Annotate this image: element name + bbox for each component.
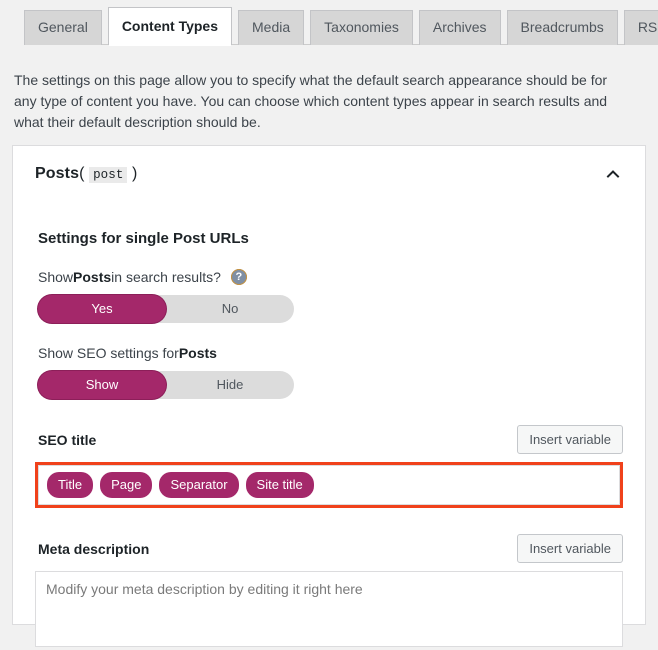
panel-title: Posts( post )	[35, 165, 137, 183]
meta-description-input[interactable]	[35, 571, 623, 647]
content-type-panel-posts: Posts( post ) Settings for single Post U…	[12, 145, 646, 647]
panel-header-posts[interactable]: Posts( post )	[13, 146, 645, 202]
variable-token-separator[interactable]: Separator	[159, 472, 239, 498]
seo-settings-toggle[interactable]: Show Hide	[38, 371, 294, 399]
tab-archives[interactable]: Archives	[418, 10, 501, 45]
variable-token-site-title[interactable]: Site title	[245, 472, 314, 498]
meta-description-insert-variable-button[interactable]: Insert variable	[517, 534, 623, 563]
seo-title-insert-variable-button[interactable]: Insert variable	[517, 425, 623, 454]
tab-general[interactable]: General	[24, 10, 102, 45]
tab-general-label: General	[38, 19, 88, 35]
meta-description-label: Meta description	[38, 540, 150, 557]
tab-content-types-label: Content Types	[121, 18, 219, 34]
variable-token-page[interactable]: Page	[100, 472, 153, 498]
panel-title-text: Posts	[35, 165, 80, 182]
seo-title-highlight-frame: Title Page Separator Site title	[35, 462, 623, 508]
seo-title-label: SEO title	[38, 431, 97, 448]
settings-tab-bar: General Content Types Media Taxonomies A…	[0, 0, 658, 46]
tab-media-label: Media	[252, 19, 291, 35]
seo-settings-label-bold: Posts	[178, 345, 217, 361]
show-in-search-option-no[interactable]: No	[166, 295, 294, 323]
chevron-up-icon[interactable]	[603, 164, 623, 184]
seo-settings-label: Show SEO settings for Posts	[38, 345, 623, 361]
tab-rss-label: RSS	[637, 19, 658, 35]
meta-description-row: Meta description Insert variable	[35, 534, 623, 563]
show-in-search-label-suffix: in search results?	[111, 269, 221, 285]
panel-body: Settings for single Post URLs Show Posts…	[13, 230, 645, 650]
seo-settings-option-show[interactable]: Show	[38, 371, 166, 399]
show-in-search-label-bold: Posts	[73, 269, 112, 285]
paren-open: (	[79, 165, 85, 182]
seo-settings-label-prefix: Show SEO settings for	[38, 345, 179, 361]
tab-taxonomies[interactable]: Taxonomies	[310, 10, 413, 45]
show-in-search-label-prefix: Show	[38, 269, 74, 285]
tab-content-types[interactable]: Content Types	[107, 7, 233, 46]
page-intro-text: The settings on this page allow you to s…	[14, 72, 608, 130]
help-icon[interactable]: ?	[230, 269, 247, 285]
section-heading-single-post-urls: Settings for single Post URLs	[38, 230, 249, 247]
variable-token-title[interactable]: Title	[47, 472, 94, 498]
tab-taxonomies-label: Taxonomies	[324, 19, 399, 35]
seo-title-input[interactable]: Title Page Separator Site title	[38, 465, 620, 505]
post-type-slug: post	[89, 167, 128, 183]
show-in-search-label: Show Posts in search results? ?	[38, 269, 623, 285]
show-in-search-toggle[interactable]: Yes No	[38, 295, 294, 323]
tab-breadcrumbs[interactable]: Breadcrumbs	[506, 10, 618, 45]
tab-breadcrumbs-label: Breadcrumbs	[520, 19, 604, 35]
show-in-search-option-yes[interactable]: Yes	[38, 295, 166, 323]
tab-archives-label: Archives	[432, 19, 487, 35]
seo-settings-option-hide[interactable]: Hide	[166, 371, 294, 399]
seo-title-row: SEO title Insert variable	[35, 425, 623, 454]
tab-media[interactable]: Media	[238, 10, 305, 45]
paren-close: )	[132, 165, 138, 182]
tab-rss[interactable]: RSS	[623, 10, 658, 45]
